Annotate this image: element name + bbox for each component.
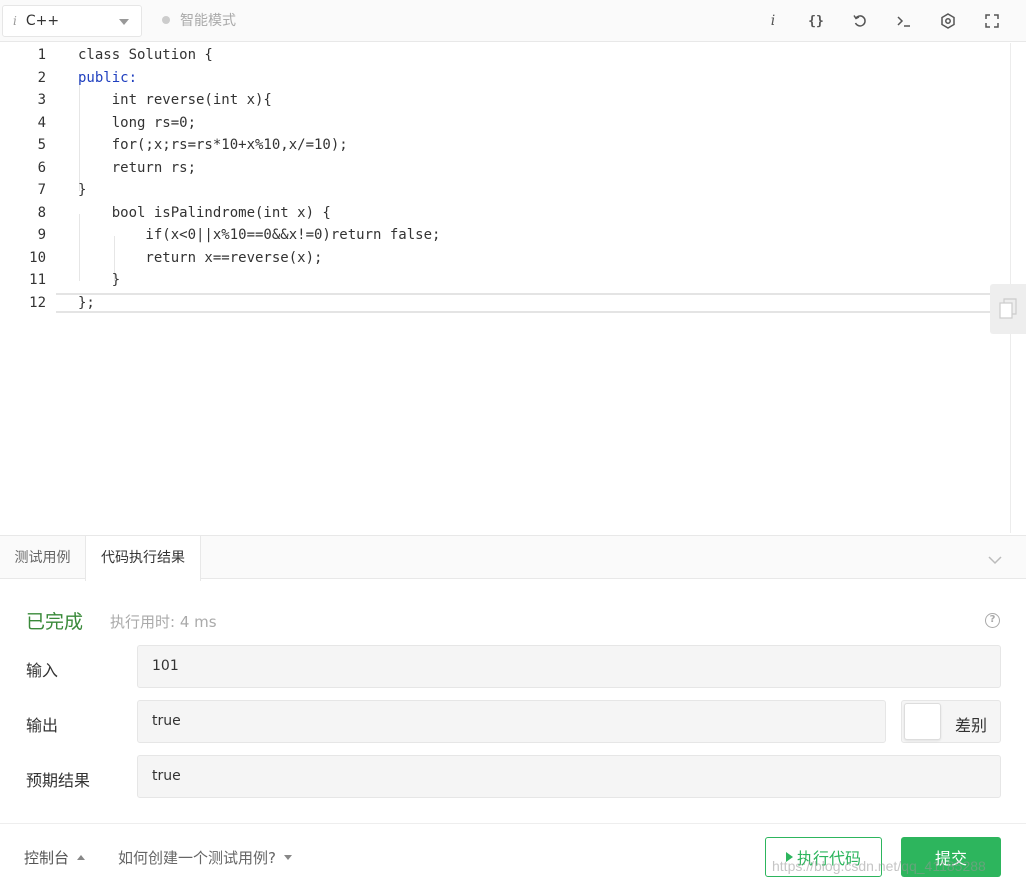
caret-down-icon xyxy=(283,855,292,860)
diff-toggle-knob xyxy=(904,703,941,740)
diff-label: 差别 xyxy=(955,716,988,735)
fullscreen-icon[interactable] xyxy=(980,9,1004,33)
line-number: 10 xyxy=(29,249,46,266)
input-value-box: 101 xyxy=(137,645,1001,688)
smart-mode-dot-icon xyxy=(162,16,170,24)
diff-toggle[interactable]: 差别 xyxy=(901,700,1001,743)
code-line: 3 int reverse(int x){ xyxy=(0,89,1010,112)
result-status: 已完成 xyxy=(26,611,84,633)
howto-label: 如何创建一个测试用例? xyxy=(118,849,276,867)
language-label: C++ xyxy=(25,13,60,29)
help-icon-glyph: ? xyxy=(989,614,996,625)
code-line: 5 for(;x;rs=rs*10+x%10,x/=10); xyxy=(0,134,1010,157)
side-float-button[interactable] xyxy=(990,284,1026,334)
line-number: 8 xyxy=(37,204,46,221)
footer-divider xyxy=(0,823,1026,824)
code-text: } xyxy=(78,182,87,198)
code-text: }; xyxy=(78,294,95,311)
output-label: 输出 xyxy=(26,716,59,735)
format-icon[interactable]: {} xyxy=(804,9,828,33)
code-line: 12}; xyxy=(0,292,1010,315)
info-icon[interactable]: i xyxy=(761,9,785,33)
expected-value-box: true xyxy=(137,755,1001,798)
copy-icon xyxy=(999,298,1017,319)
code-text: } xyxy=(78,272,121,288)
settings-icon[interactable] xyxy=(936,9,960,33)
chevron-down-icon xyxy=(119,19,129,25)
code-line: 2 public: xyxy=(0,67,1010,90)
input-label: 输入 xyxy=(26,661,59,680)
line-number: 12 xyxy=(29,294,46,311)
howto-testcase-link[interactable]: 如何创建一个测试用例? xyxy=(118,847,292,868)
code-text: public: xyxy=(78,69,138,86)
code-line: 10 return x==reverse(x); xyxy=(0,247,1010,270)
code-editor[interactable]: 1 class Solution { 2 public: 3 int reverse… xyxy=(0,43,1010,533)
code-line: 4 long rs=0; xyxy=(0,112,1010,135)
code-line: 11 } xyxy=(0,269,1010,292)
language-select[interactable]: i C++ xyxy=(2,5,142,37)
code-text: for(;x;rs=rs*10+x%10,x/=10); xyxy=(78,137,348,153)
code-text: if(x<0||x%10==0&&x!=0)return false; xyxy=(78,227,441,243)
smart-mode-toggle[interactable]: 智能模式 xyxy=(162,10,236,30)
code-line: 6 return rs; xyxy=(0,157,1010,180)
line-number: 6 xyxy=(37,159,46,176)
code-text: long rs=0; xyxy=(78,114,197,131)
code-text: bool isPalindrome(int x) { xyxy=(78,204,331,221)
code-line: 8 bool isPalindrome(int x) { xyxy=(0,202,1010,225)
code-text: class Solution { xyxy=(78,47,213,63)
execution-time: 执行用时: 4 ms xyxy=(110,613,217,631)
tab-testcase[interactable]: 测试用例 xyxy=(0,536,85,580)
collapse-chevron-icon[interactable] xyxy=(988,550,1002,569)
format-icon-glyph: {} xyxy=(808,13,824,29)
code-line: 1 class Solution { xyxy=(0,44,1010,67)
line-number: 11 xyxy=(29,272,46,288)
line-number: 3 xyxy=(37,92,46,108)
line-number: 9 xyxy=(37,227,46,243)
code-line: 9 if(x<0||x%10==0&&x!=0)return false; xyxy=(0,224,1010,247)
editor-toolbar: i C++ 智能模式 i {} xyxy=(0,0,1026,42)
language-info-icon: i xyxy=(13,14,17,28)
expected-label: 预期结果 xyxy=(26,771,91,790)
info-icon-glyph: i xyxy=(770,13,776,29)
help-icon[interactable]: ? xyxy=(985,613,1000,628)
reset-icon[interactable] xyxy=(848,9,872,33)
caret-up-icon xyxy=(77,855,86,860)
terminal-icon[interactable] xyxy=(892,9,916,33)
line-number: 1 xyxy=(37,47,46,63)
line-number: 4 xyxy=(37,114,46,131)
console-label: 控制台 xyxy=(24,849,70,867)
line-number: 7 xyxy=(37,182,46,198)
line-number: 2 xyxy=(37,69,46,86)
code-text: return x==reverse(x); xyxy=(78,249,323,266)
output-value-box: true xyxy=(137,700,886,743)
tab-execution-result[interactable]: 代码执行结果 xyxy=(85,536,201,581)
code-text: return rs; xyxy=(78,159,197,176)
smart-mode-label: 智能模式 xyxy=(180,13,236,29)
code-line: 7} xyxy=(0,179,1010,202)
console-button[interactable]: 控制台 xyxy=(24,847,86,868)
line-number: 5 xyxy=(37,137,46,153)
code-text: int reverse(int x){ xyxy=(78,92,272,108)
watermark: https://blog.csdn.net/qq_41185288 xyxy=(772,858,986,874)
result-tabs: 测试用例 代码执行结果 xyxy=(0,535,1026,581)
